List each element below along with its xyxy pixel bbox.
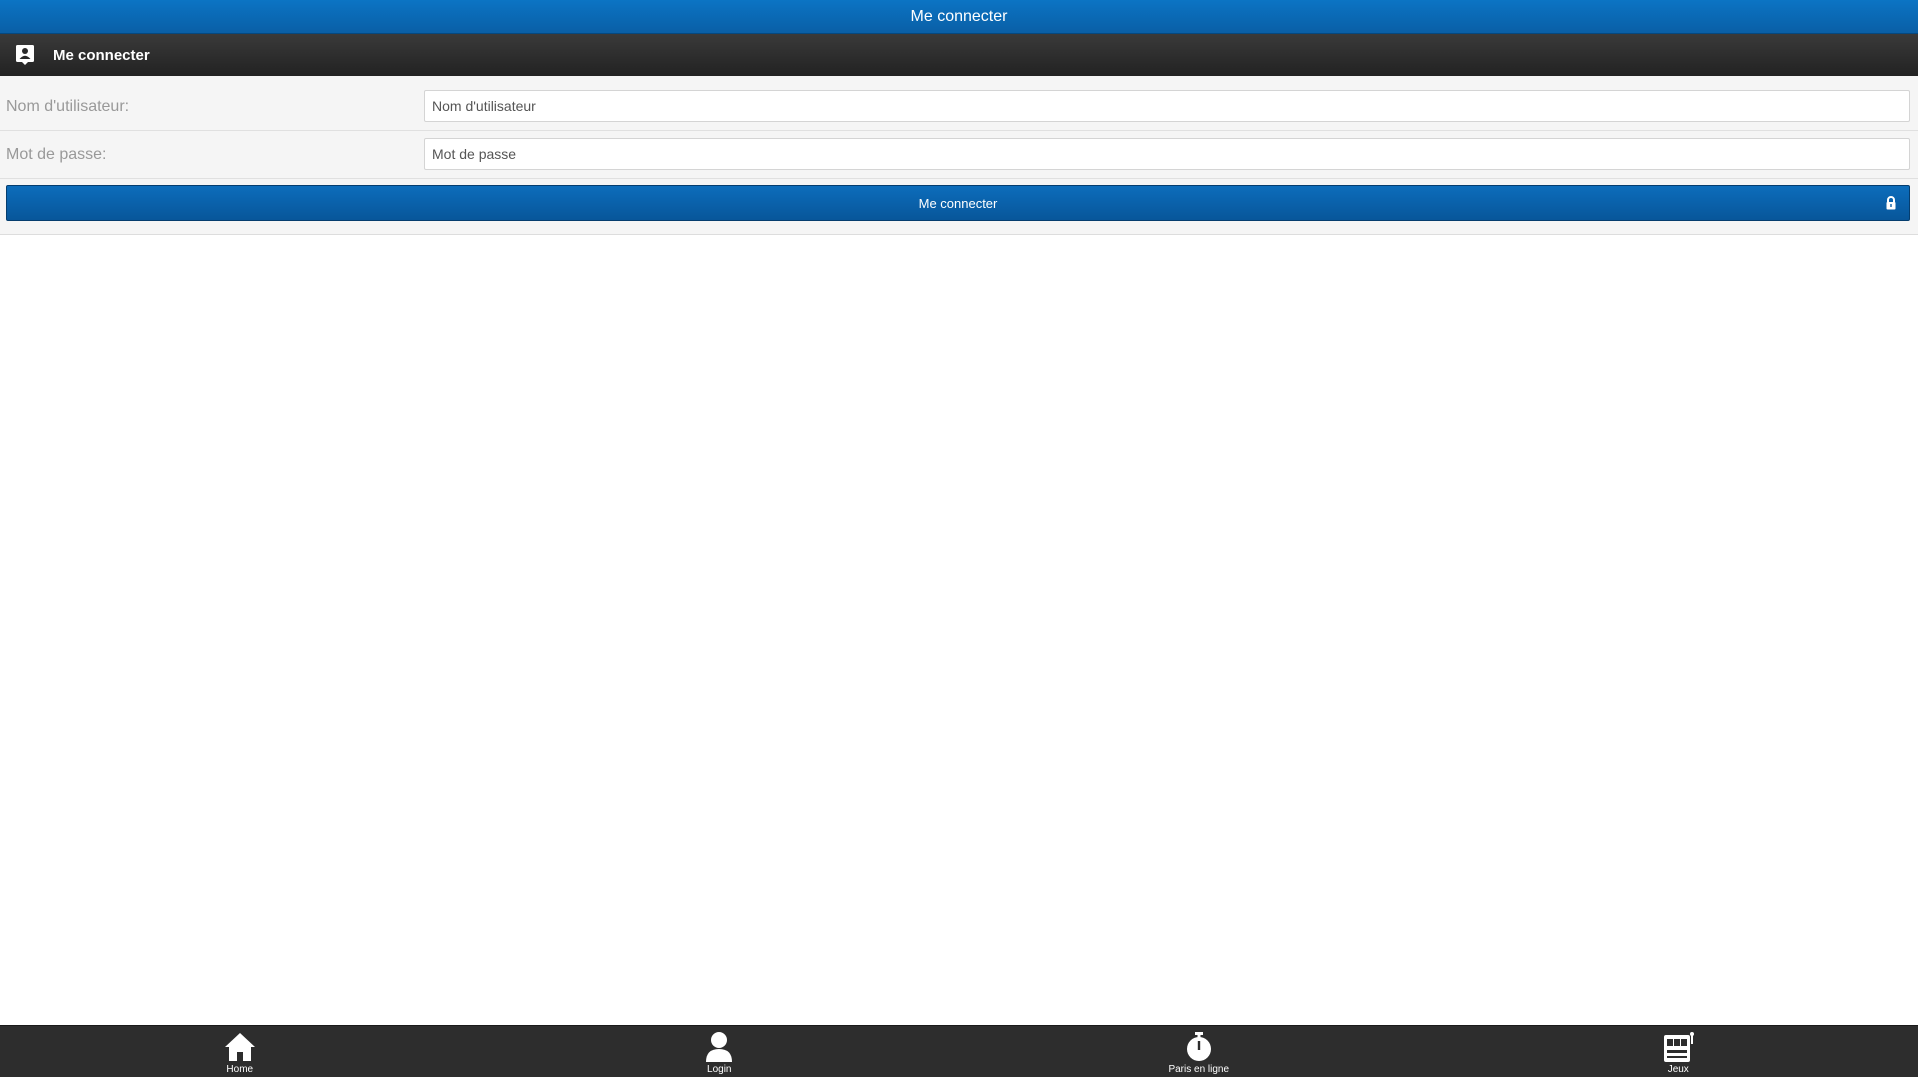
nav-label-home: Home [226, 1064, 253, 1075]
username-row: Nom d'utilisateur: [0, 83, 1918, 131]
password-label: Mot de passe: [6, 146, 107, 164]
login-user-icon [15, 44, 35, 66]
password-input[interactable] [425, 139, 1909, 169]
nav-item-login[interactable]: Login [480, 1026, 960, 1077]
nav-item-jeux[interactable]: Jeux [1439, 1026, 1918, 1077]
section-header: Me connecter [0, 34, 1918, 76]
nav-item-paris-en-ligne[interactable]: Paris en ligne [959, 1026, 1439, 1077]
bottom-nav: Home Login Paris en ligne [0, 1025, 1918, 1077]
stopwatch-icon [1181, 1030, 1217, 1064]
username-label: Nom d'utilisateur: [6, 98, 129, 116]
username-input[interactable] [425, 91, 1909, 121]
login-button-label: Me connecter [919, 196, 998, 211]
username-field-wrapper [424, 90, 1910, 122]
user-icon [701, 1030, 737, 1064]
nav-label-jeux: Jeux [1668, 1064, 1689, 1075]
login-button[interactable]: Me connecter [6, 185, 1910, 221]
lock-icon [1883, 195, 1899, 211]
nav-label-login: Login [707, 1064, 731, 1075]
top-bar: Me connecter [0, 0, 1918, 34]
nav-item-home[interactable]: Home [0, 1026, 480, 1077]
slot-machine-icon [1660, 1030, 1696, 1064]
home-icon [222, 1030, 258, 1064]
section-title: Me connecter [53, 47, 150, 64]
page-title: Me connecter [911, 8, 1008, 26]
password-field-wrapper [424, 138, 1910, 170]
nav-label-paris-en-ligne: Paris en ligne [1168, 1064, 1229, 1075]
password-row: Mot de passe: [0, 131, 1918, 179]
